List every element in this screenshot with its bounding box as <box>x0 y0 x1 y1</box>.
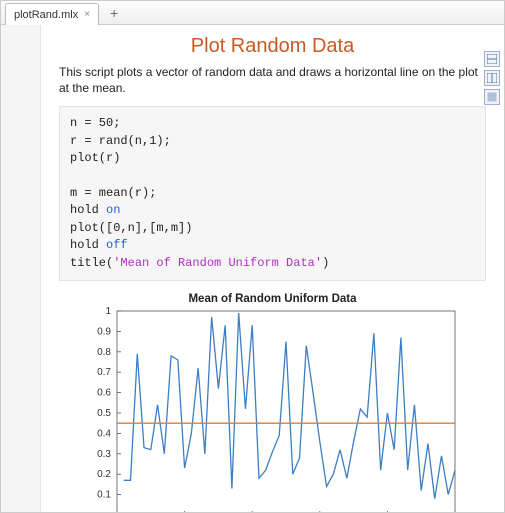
svg-text:0.6: 0.6 <box>97 387 111 398</box>
layout-button-1[interactable] <box>484 51 500 67</box>
svg-text:0.2: 0.2 <box>97 469 111 480</box>
svg-text:0.9: 0.9 <box>97 326 111 337</box>
chart-plot: 0.10.20.30.40.50.60.70.80.9101020304050 <box>83 307 463 512</box>
tab-plotrand[interactable]: plotRand.mlx × <box>5 3 99 25</box>
left-gutter <box>1 25 41 512</box>
live-editor-window: plotRand.mlx × + Plot Random Data This s… <box>0 0 505 513</box>
chart-title: Mean of Random Uniform Data <box>71 293 474 305</box>
right-toolbar <box>484 51 502 105</box>
code-block[interactable]: n = 50; r = rand(n,1); plot(r) m = mean(… <box>59 106 486 281</box>
svg-text:0.4: 0.4 <box>97 428 111 439</box>
svg-text:1: 1 <box>105 307 111 317</box>
page-title: Plot Random Data <box>59 35 486 58</box>
layout-button-3[interactable] <box>484 89 500 105</box>
svg-text:0.7: 0.7 <box>97 367 111 378</box>
svg-text:0.8: 0.8 <box>97 347 111 358</box>
svg-text:0.1: 0.1 <box>97 489 111 500</box>
tab-bar: plotRand.mlx × + <box>1 1 504 25</box>
close-icon[interactable]: × <box>84 9 90 20</box>
chart-output: Mean of Random Uniform Data 0.1 0.2 0.3 0.4… <box>71 293 474 512</box>
add-tab-button[interactable]: + <box>103 2 125 24</box>
svg-text:0.3: 0.3 <box>97 449 111 460</box>
page-description: This script plots a vector of random dat… <box>59 64 486 96</box>
svg-text:0.5: 0.5 <box>97 408 111 419</box>
tab-label: plotRand.mlx <box>14 9 78 21</box>
layout-button-2[interactable] <box>484 70 500 86</box>
document-content: Plot Random Data This script plots a vec… <box>41 25 504 512</box>
editor-body: Plot Random Data This script plots a vec… <box>1 25 504 512</box>
